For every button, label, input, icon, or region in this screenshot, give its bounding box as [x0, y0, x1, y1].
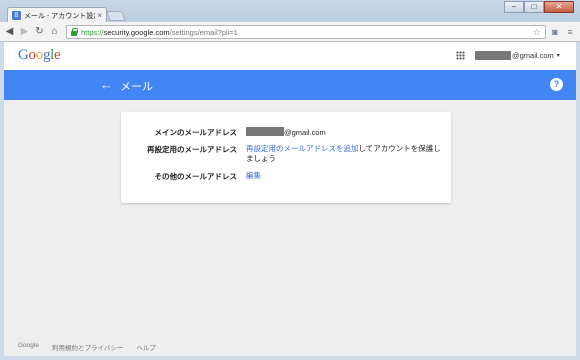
back-arrow-icon[interactable]: ◀ [4, 26, 15, 37]
page-title: メール [120, 81, 153, 93]
browser-toolbar: ◀ ▶ ↻ ⌂ https://security.google.com/sett… [0, 22, 580, 42]
url-host: security.google.com [103, 27, 170, 37]
reload-icon[interactable]: ↻ [34, 26, 45, 37]
tab-title: メール - アカウント設定 [24, 12, 96, 20]
recovery-email-value: 再設定用のメールアドレスを追加してアカウントを保護しましょう [246, 144, 446, 164]
minimize-button[interactable]: – [504, 1, 524, 13]
edit-other-emails-link[interactable]: 編集 [246, 171, 261, 180]
home-icon[interactable]: ⌂ [49, 26, 60, 37]
chevron-down-icon: ▾ [556, 53, 560, 59]
account-menu[interactable]: @gmail.com ▾ [475, 51, 560, 60]
google-header: Google @gmail.com ▾ [4, 42, 576, 70]
address-bar[interactable]: https://security.google.com/settings/ema… [66, 25, 546, 39]
recovery-email-label: 再設定用のメールアドレス [147, 145, 237, 154]
logo-letter: o [35, 47, 44, 63]
add-recovery-email-link[interactable]: 再設定用のメールアドレスを追加 [246, 144, 359, 153]
new-tab-button[interactable] [106, 11, 126, 21]
page: Google @gmail.com ▾ ← メール ? メインのメールアドレス … [4, 42, 576, 356]
footer-link-help[interactable]: ヘルプ [136, 342, 156, 352]
google-logo[interactable]: Google [18, 47, 61, 64]
forward-arrow-icon[interactable]: ▶ [19, 26, 30, 37]
tab-favicon-icon: 8 [12, 11, 21, 20]
primary-email-suffix: @gmail.com [284, 128, 326, 137]
redacted-email [246, 127, 284, 136]
url-text: https://security.google.com/settings/ema… [81, 28, 238, 37]
logo-letter: G [18, 47, 29, 63]
footer-link-terms-privacy[interactable]: 利用規約とプライバシー [52, 342, 123, 352]
url-scheme: https:// [81, 27, 104, 37]
camera-icon[interactable]: ◙ [549, 26, 561, 38]
bookmark-star-icon[interactable]: ☆ [533, 27, 541, 38]
logo-letter: e [54, 47, 61, 63]
primary-email-label: メインのメールアドレス [154, 128, 238, 137]
browser-tab[interactable]: 8 メール - アカウント設定 × [7, 7, 107, 23]
help-icon[interactable]: ? [550, 78, 563, 91]
apps-grid-icon[interactable] [456, 51, 465, 60]
menu-icon[interactable]: ≡ [564, 26, 576, 38]
primary-email-value: @gmail.com [246, 127, 446, 138]
account-email-suffix: @gmail.com [512, 51, 554, 60]
other-email-value: 編集 [246, 171, 446, 181]
redacted-username [475, 51, 511, 60]
tab-close-icon[interactable]: × [97, 11, 102, 20]
lock-icon [70, 28, 78, 36]
page-header-bar: ← メール ? [4, 70, 576, 100]
back-arrow-button[interactable]: ← [100, 77, 113, 92]
logo-letter: o [28, 47, 37, 63]
window-titlebar: 8 メール - アカウント設定 × – □ ✕ [0, 0, 580, 23]
window-controls: – □ ✕ [504, 1, 574, 13]
email-settings-card: メインのメールアドレス @gmail.com 再設定用のメールアドレス 再設定用… [121, 112, 451, 203]
close-window-button[interactable]: ✕ [544, 1, 574, 13]
url-path: /settings/email?pli=1 [169, 27, 238, 37]
maximize-button[interactable]: □ [524, 1, 544, 13]
footer-link-google[interactable]: Google [18, 342, 39, 352]
toolbar-right: ◙ ≡ [546, 26, 576, 38]
other-email-label: その他のメールアドレス [154, 172, 238, 181]
footer: Google 利用規約とプライバシー ヘルプ [18, 342, 169, 352]
